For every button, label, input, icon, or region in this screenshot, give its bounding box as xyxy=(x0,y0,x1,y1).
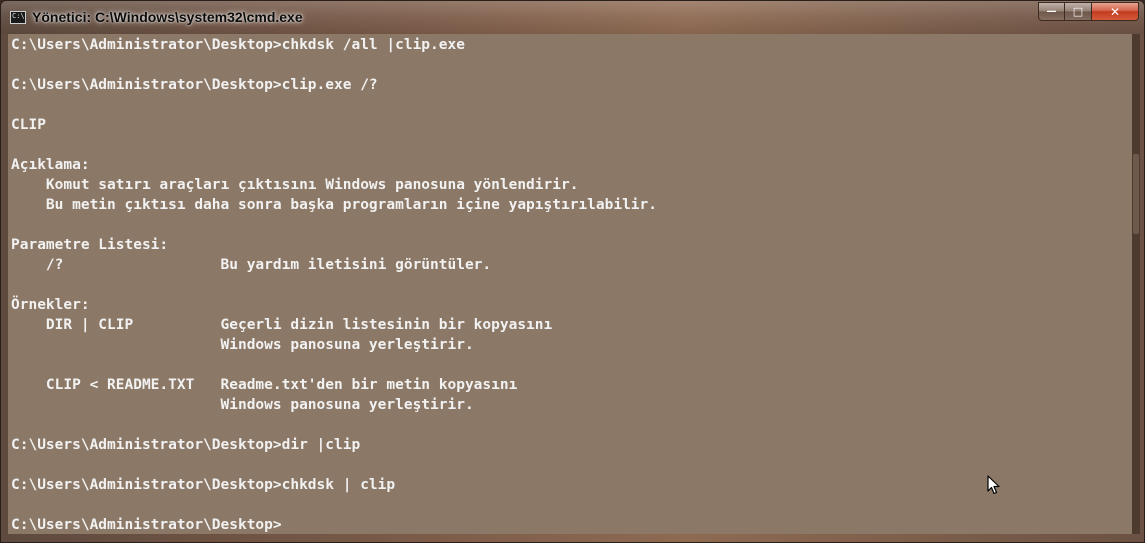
console-line: C:\Users\Administrator\Desktop> xyxy=(11,517,282,533)
console-line: Windows panosuna yerleştirir. xyxy=(11,397,474,413)
cmd-window: C:\ Yönetici: C:\Windows\system32\cmd.ex… xyxy=(0,0,1145,543)
console-text: C:\Users\Administrator\Desktop>chkdsk /a… xyxy=(11,35,657,534)
minimize-button[interactable]: — xyxy=(1038,2,1065,21)
cmd-console-icon[interactable]: C:\ xyxy=(10,11,26,24)
title-bar[interactable]: C:\ Yönetici: C:\Windows\system32\cmd.ex… xyxy=(1,1,1144,34)
console-line: DIR | CLIP Geçerli dizin listesinin bir … xyxy=(11,317,553,333)
console-output-area[interactable]: C:\Users\Administrator\Desktop>chkdsk /a… xyxy=(8,34,1132,534)
console-line: CLIP < README.TXT Readme.txt'den bir met… xyxy=(11,377,518,393)
close-icon: ✕ xyxy=(1109,4,1121,19)
console-line: /? Bu yardım iletisini görüntüler. xyxy=(11,257,492,273)
window-title: Yönetici: C:\Windows\system32\cmd.exe xyxy=(32,9,303,25)
console-line: C:\Users\Administrator\Desktop>clip.exe … xyxy=(11,77,378,93)
console-line: Açıklama: xyxy=(11,157,90,173)
console-line: Bu metin çıktısı daha sonra başka progra… xyxy=(11,197,658,213)
console-line: Komut satırı araçları çıktısını Windows … xyxy=(11,177,579,193)
vertical-scrollbar[interactable] xyxy=(1132,34,1140,534)
console-line: CLIP xyxy=(11,117,46,133)
scrollbar-thumb[interactable] xyxy=(1133,154,1139,234)
close-button[interactable]: ✕ xyxy=(1092,2,1139,21)
console-line: Windows panosuna yerleştirir. xyxy=(11,337,474,353)
minimize-icon: — xyxy=(1046,6,1057,17)
console-line: Örnekler: xyxy=(11,297,90,313)
maximize-button[interactable]: □ xyxy=(1065,2,1092,21)
arrow-cursor-icon xyxy=(987,475,1000,495)
maximize-icon: □ xyxy=(1072,5,1084,18)
console-line: C:\Users\Administrator\Desktop>chkdsk | … xyxy=(11,477,396,493)
console-line: C:\Users\Administrator\Desktop>dir |clip xyxy=(11,437,361,453)
console-line: C:\Users\Administrator\Desktop>chkdsk /a… xyxy=(11,37,465,53)
window-controls: — □ ✕ xyxy=(1038,2,1139,21)
console-line: Parametre Listesi: xyxy=(11,237,169,253)
